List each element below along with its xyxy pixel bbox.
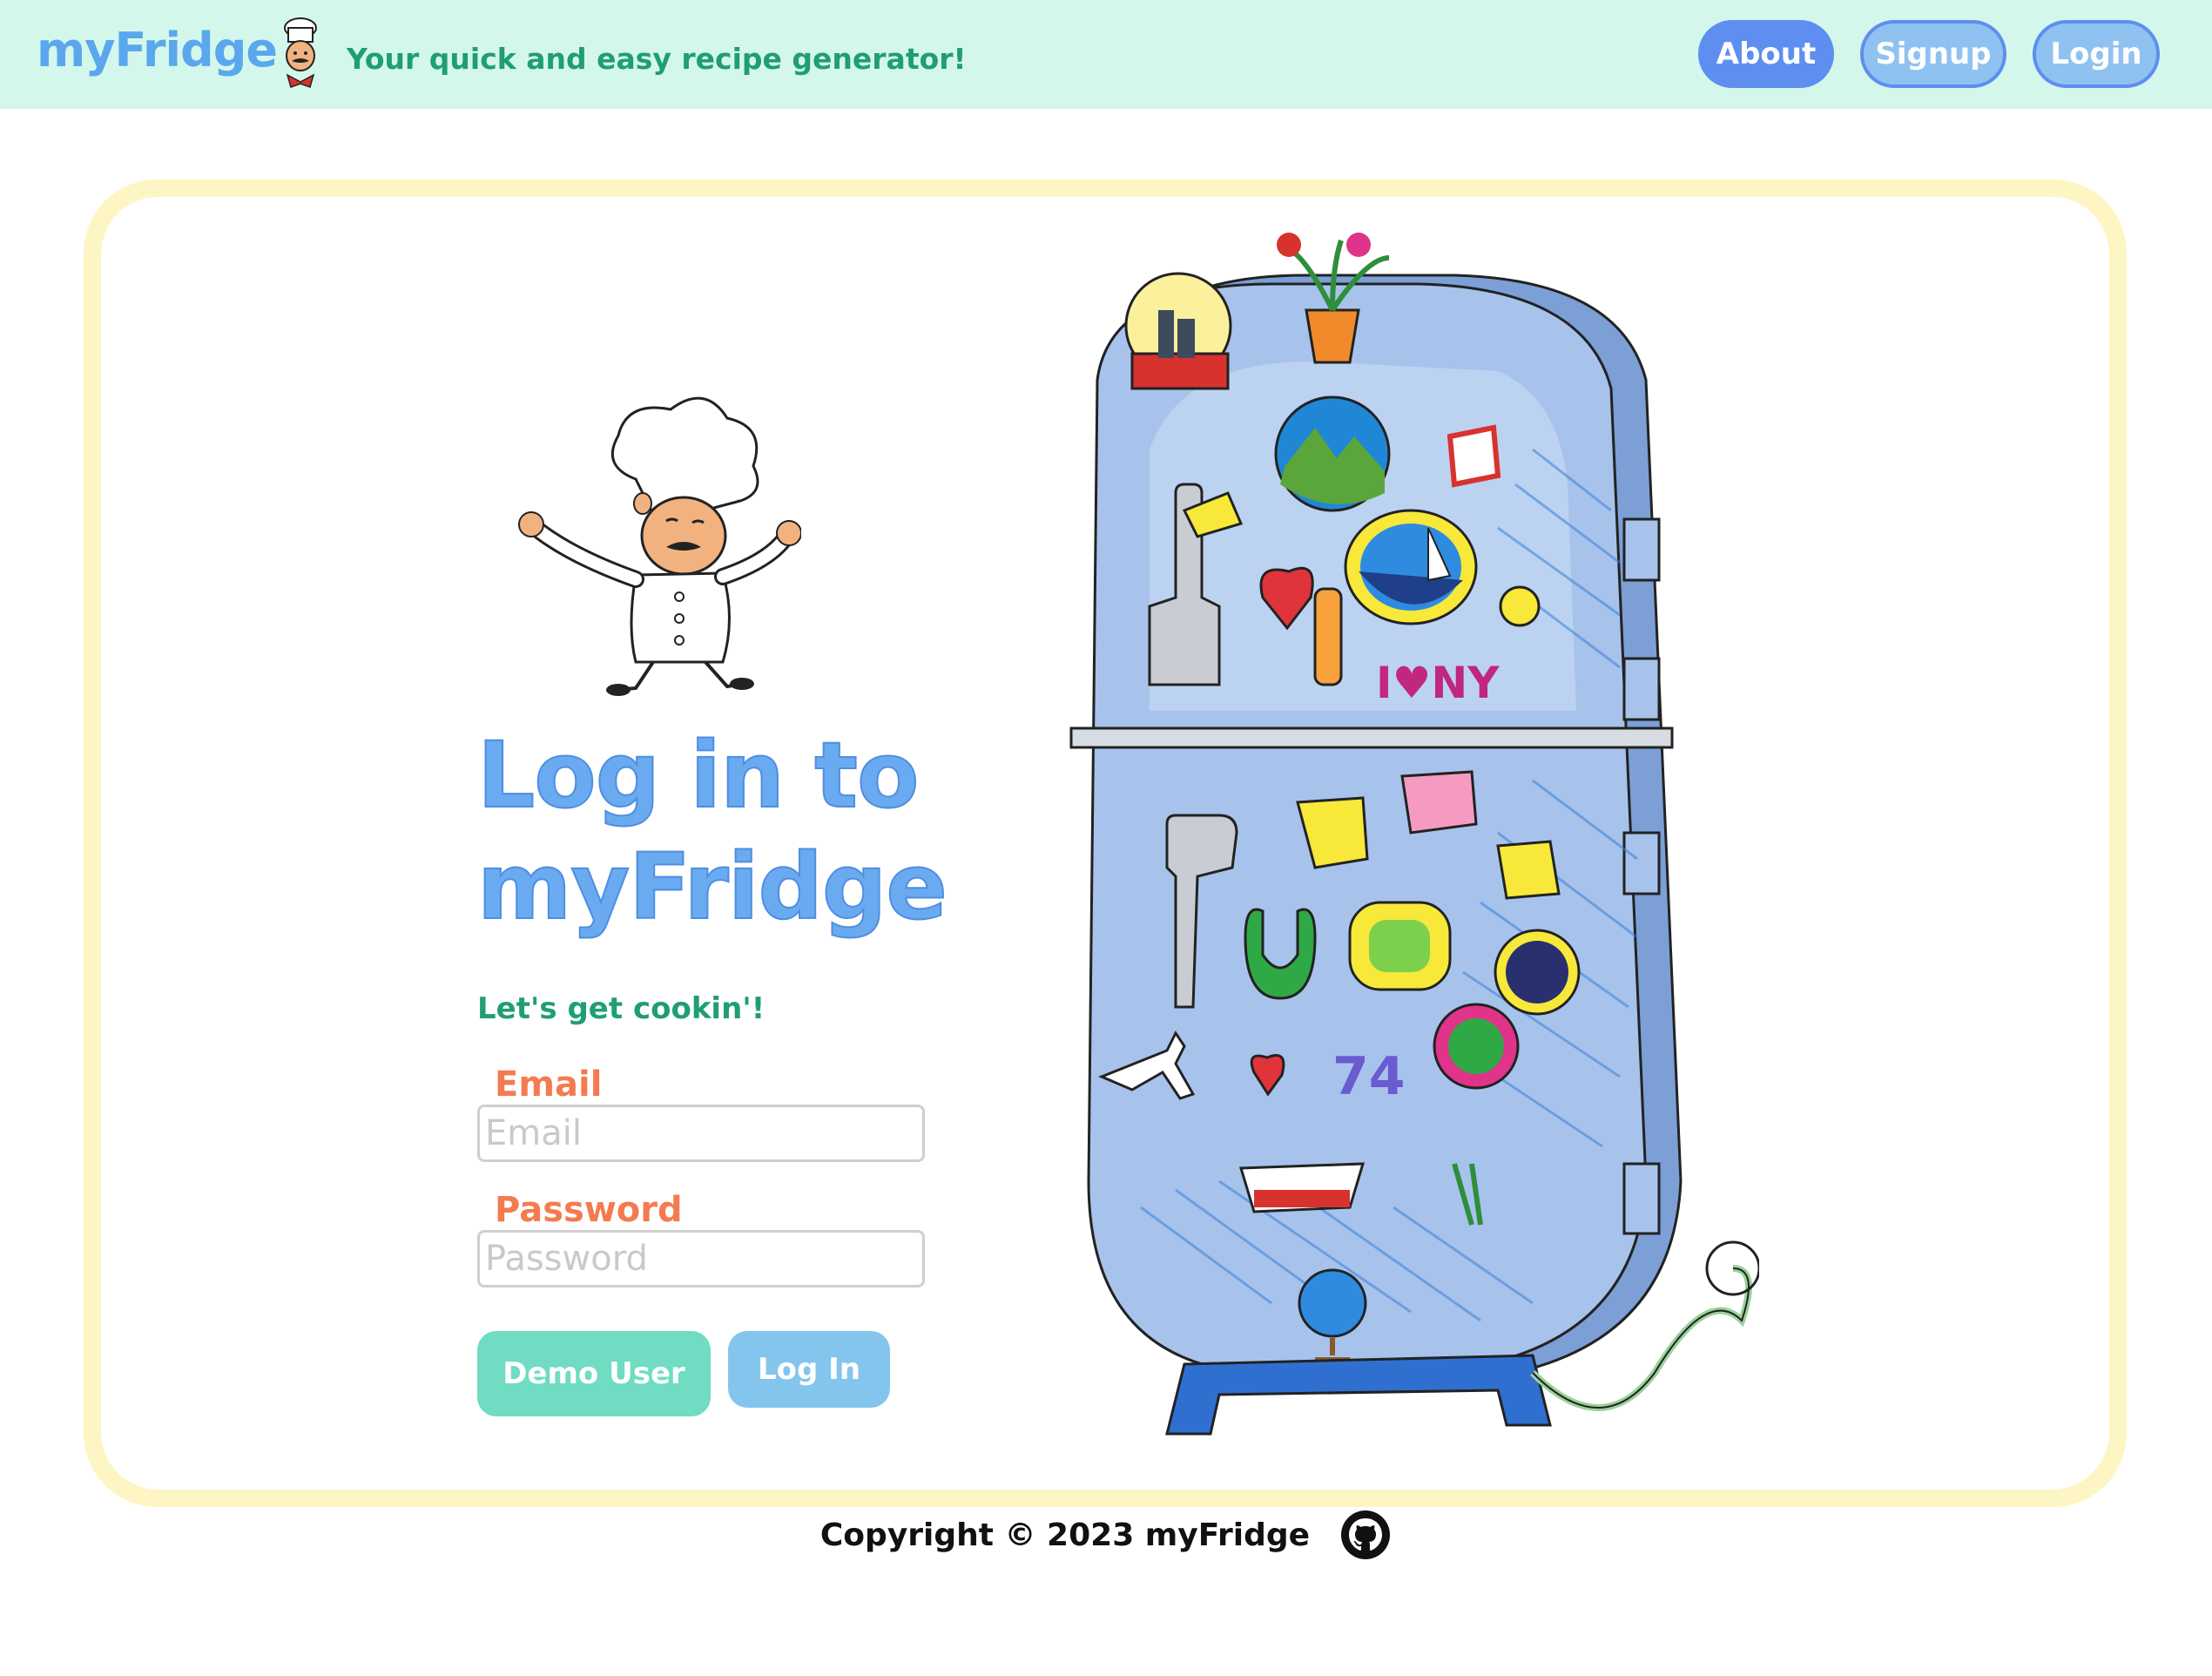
footer: Copyright © 2023 myFridge [0, 1509, 2212, 1561]
svg-text:74: 74 [1332, 1046, 1406, 1107]
password-label: Password [495, 1190, 683, 1230]
fridge-illustration: I♥NY 74 [1069, 233, 1759, 1436]
page-title: Log in to myFridge [476, 721, 948, 941]
chef-illustration [518, 396, 801, 696]
svg-text:I♥NY: I♥NY [1376, 658, 1500, 708]
demo-user-button[interactable]: Demo User [477, 1331, 711, 1416]
email-label: Email [495, 1064, 603, 1105]
chef-logo-icon[interactable] [275, 16, 326, 92]
copyright-text: Copyright © 2023 myFridge [819, 1517, 1311, 1553]
brand-logo-text[interactable]: myFridge [37, 23, 278, 78]
login-nav-button[interactable]: Login [2033, 20, 2160, 88]
log-in-button[interactable]: Log In [728, 1331, 890, 1408]
login-subtitle: Let's get cookin'! [477, 991, 765, 1026]
top-navbar: myFridge Your quick and easy recipe gene… [0, 0, 2212, 109]
about-button[interactable]: About [1698, 20, 1834, 88]
header-tagline: Your quick and easy recipe generator! [347, 42, 967, 76]
signup-button[interactable]: Signup [1860, 20, 2006, 88]
password-field[interactable] [477, 1230, 925, 1287]
email-field[interactable] [477, 1105, 925, 1162]
github-icon[interactable] [1339, 1509, 1392, 1561]
